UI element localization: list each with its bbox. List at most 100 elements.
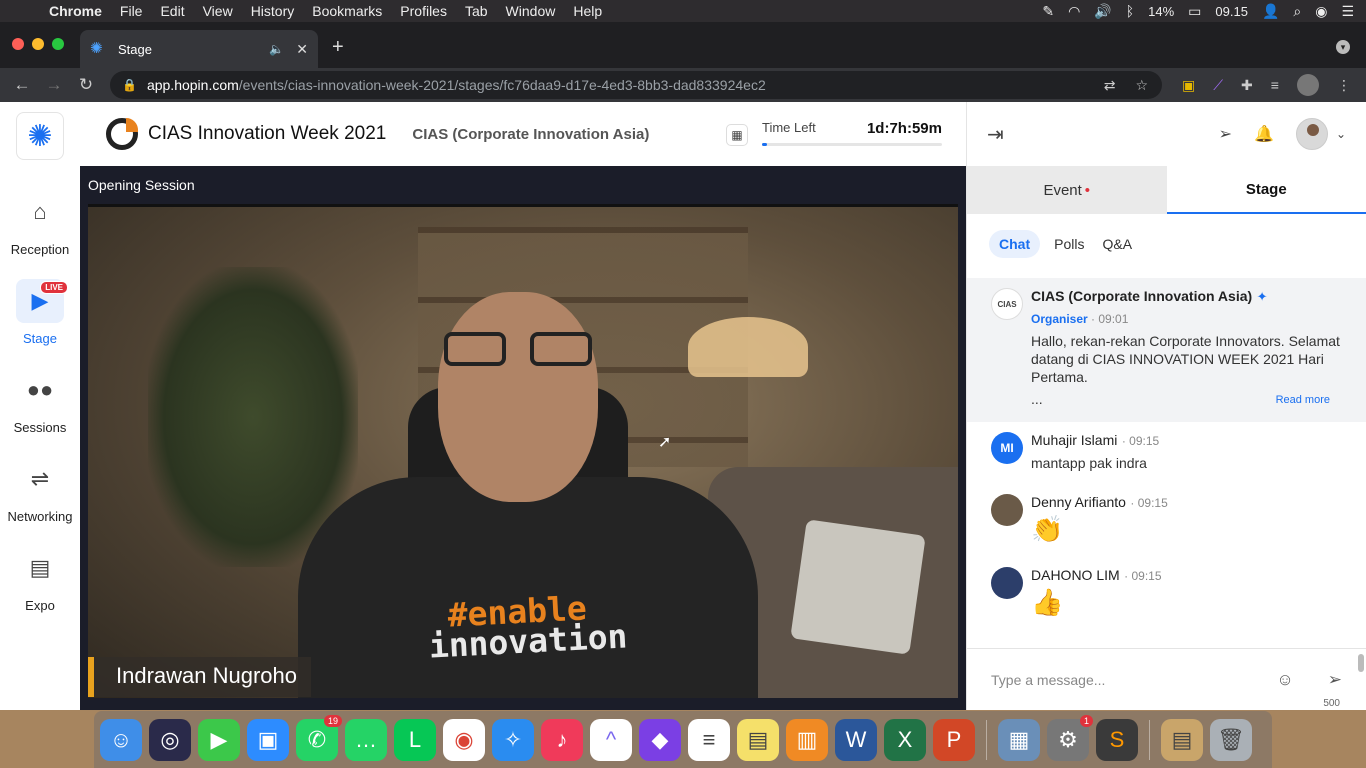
nav-expo[interactable]: ▤ Expo <box>0 546 80 613</box>
trash-icon[interactable]: 🗑 <box>1210 718 1252 761</box>
address-bar[interactable]: 🔒 app.hopin.com /events/cias-innovation-… <box>110 71 1162 99</box>
chevron-down-icon[interactable]: ⌄ <box>1336 127 1346 141</box>
tab-search-icon[interactable]: ▾ <box>1336 40 1350 54</box>
message-author[interactable]: Denny Arifianto <box>1031 494 1126 510</box>
books-icon[interactable]: ▥ <box>786 718 828 761</box>
user-avatar[interactable] <box>1295 118 1328 150</box>
system-preferences-icon[interactable]: ⚙ 1 <box>1047 714 1093 761</box>
line-icon[interactable]: L <box>394 718 436 761</box>
facetime-icon[interactable]: ▶ <box>198 718 240 761</box>
menu-profiles[interactable]: Profiles <box>391 3 456 19</box>
reload-button[interactable]: ↻ <box>70 75 102 95</box>
menu-file[interactable]: File <box>111 3 152 19</box>
bluetooth-icon[interactable]: ᛒ <box>1126 3 1134 19</box>
nav-reception[interactable]: ⌂ Reception <box>0 190 80 257</box>
battery-percent[interactable]: 14% <box>1148 4 1174 19</box>
zoom-icon[interactable]: ▣ <box>247 718 289 761</box>
downloads-folder-icon[interactable]: ▤ <box>1161 718 1203 761</box>
menu-app-name[interactable]: Chrome <box>40 3 111 19</box>
nav-sessions[interactable]: ●● Sessions <box>0 368 80 435</box>
message-input[interactable]: Type a message... <box>991 672 1105 688</box>
clock[interactable]: 09.15 <box>1215 4 1248 19</box>
subtab-polls[interactable]: Polls <box>1050 230 1088 258</box>
user-icon[interactable]: 👤 <box>1262 3 1279 20</box>
chrome-icon[interactable]: ◉ <box>443 718 485 761</box>
nav-stage[interactable]: ▶ LIVE Stage <box>0 279 80 346</box>
siri-icon[interactable]: ◎ <box>149 718 191 761</box>
translate-icon[interactable]: ⇄ <box>1104 77 1116 94</box>
close-tab-icon[interactable]: ✕ <box>296 41 308 58</box>
extension-2-icon[interactable]: ⟋ <box>1213 77 1223 94</box>
messages-icon[interactable]: … <box>345 718 387 761</box>
word-icon[interactable]: W <box>835 718 877 761</box>
message-author[interactable]: DAHONO LIM <box>1031 567 1120 583</box>
subtab-qa[interactable]: Q&A <box>1098 230 1136 258</box>
new-tab-button[interactable]: + <box>332 36 344 59</box>
stickies-icon[interactable]: ▤ <box>737 718 779 761</box>
send-icon[interactable]: ➢ <box>1328 670 1342 690</box>
close-window-button[interactable] <box>12 38 24 50</box>
browser-tab-stage[interactable]: ✺ Stage 🔈 ✕ <box>80 30 318 68</box>
time-left-value: 1d:7h:59m <box>866 120 942 137</box>
menu-history[interactable]: History <box>242 3 304 19</box>
menu-edit[interactable]: Edit <box>151 3 193 19</box>
clickup-icon[interactable]: ^ <box>590 718 632 761</box>
hopin-logo[interactable]: ✺ <box>16 112 64 160</box>
menu-tab[interactable]: Tab <box>456 3 497 19</box>
chat-scrollbar[interactable] <box>1356 422 1364 672</box>
calendar-icon[interactable]: ▦ <box>726 124 748 146</box>
avatar-dahono[interactable] <box>991 567 1023 599</box>
nav-networking[interactable]: ⇌ Networking <box>0 457 80 524</box>
finder-icon[interactable]: ☺ <box>100 718 142 761</box>
extension-1-icon[interactable]: ▣ <box>1182 77 1195 94</box>
right-panel: ⇥ ➢ 🔔 ⌄ Event • Stage Chat Polls Q&A CIA… <box>966 102 1366 710</box>
spotlight-search-icon[interactable]: ⌕ <box>1293 3 1301 20</box>
send-direct-message-icon[interactable]: ➢ <box>1219 124 1232 144</box>
speaker-torso <box>298 477 758 698</box>
whatsapp-icon[interactable]: ✆ 19 <box>296 714 342 761</box>
lock-icon[interactable]: 🔒 <box>122 78 137 92</box>
exit-icon[interactable]: ⇥ <box>987 122 1004 147</box>
mac-dock: ☺ ◎ ▶ ▣ ✆ 19 … L ◉ ✧ ♪ ^ ◆ ≡ ▤ ▥ W X P ▦ … <box>94 711 1272 768</box>
minimize-window-button[interactable] <box>32 38 44 50</box>
siri-icon[interactable]: ◉ <box>1315 3 1327 20</box>
battery-icon[interactable]: ▭ <box>1188 3 1201 20</box>
app-diamond-icon[interactable]: ◆ <box>639 718 681 761</box>
excel-icon[interactable]: X <box>884 718 926 761</box>
notes-icon[interactable]: ≡ <box>688 718 730 761</box>
back-button[interactable]: ← <box>6 75 38 95</box>
preview-icon[interactable]: ▦ <box>998 718 1040 761</box>
volume-icon[interactable]: 🔊 <box>1094 3 1111 20</box>
bookmark-star-icon[interactable]: ☆ <box>1135 77 1148 94</box>
powerpoint-icon[interactable]: P <box>933 718 975 761</box>
control-center-icon[interactable]: ☰ <box>1341 3 1354 20</box>
tab-stage[interactable]: Stage <box>1166 166 1366 214</box>
read-more-link[interactable]: Read more <box>1276 394 1330 406</box>
feather-icon[interactable]: ✎ <box>1042 3 1054 20</box>
chrome-profile-avatar[interactable] <box>1296 74 1319 96</box>
sublime-text-icon[interactable]: S <box>1096 718 1138 761</box>
zoom-window-button[interactable] <box>52 38 64 50</box>
media-control-icon[interactable]: ≡ <box>1271 77 1279 93</box>
subtab-chat[interactable]: Chat <box>989 230 1041 258</box>
message-author[interactable]: Muhajir Islami <box>1031 432 1117 448</box>
notifications-bell-icon[interactable]: 🔔 <box>1254 124 1274 144</box>
avatar-denny[interactable] <box>991 494 1023 526</box>
menu-view[interactable]: View <box>194 3 242 19</box>
emoji-picker-icon[interactable]: ☺ <box>1276 670 1293 690</box>
avatar-mi[interactable]: MI <box>991 432 1023 464</box>
tab-audio-icon[interactable]: 🔈 <box>269 42 284 56</box>
menu-bookmarks[interactable]: Bookmarks <box>303 3 391 19</box>
safari-icon[interactable]: ✧ <box>492 718 534 761</box>
menu-window[interactable]: Window <box>497 3 565 19</box>
menu-help[interactable]: Help <box>564 3 611 19</box>
browser-toolbar: ← → ↻ 🔒 app.hopin.com /events/cias-innov… <box>0 68 1366 102</box>
chrome-menu-icon[interactable]: ⋮ <box>1337 77 1351 94</box>
wifi-icon[interactable]: ◠ <box>1068 3 1080 20</box>
video-player[interactable]: #enable innovation ➚ Indrawan Nugroho <box>88 204 958 698</box>
tab-event[interactable]: Event • <box>967 166 1167 214</box>
music-icon[interactable]: ♪ <box>541 718 583 761</box>
forward-button[interactable]: → <box>38 75 70 95</box>
extensions-puzzle-icon[interactable]: ✚ <box>1241 77 1253 94</box>
event-organiser[interactable]: CIAS (Corporate Innovation Asia) <box>412 126 649 143</box>
